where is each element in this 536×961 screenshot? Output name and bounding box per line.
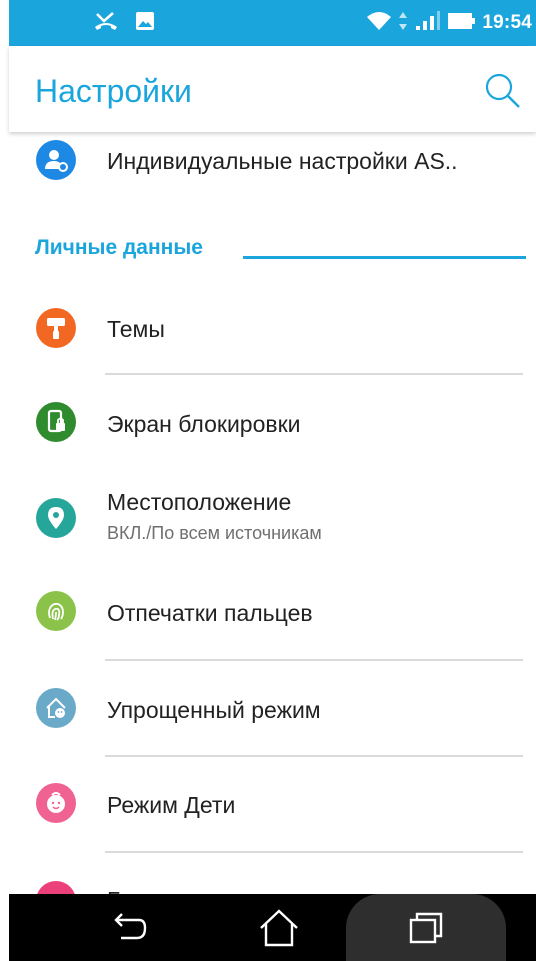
battery-icon — [446, 10, 476, 37]
app-bar: Настройки — [9, 46, 536, 132]
easy-mode-home-icon — [36, 688, 76, 728]
list-item-location[interactable]: Местоположение ВКЛ./По всем источникам — [9, 470, 536, 566]
kid-face-icon — [36, 783, 76, 823]
back-icon — [114, 912, 147, 939]
list-item-title: Экран блокировки — [107, 411, 301, 437]
image-icon — [135, 11, 155, 36]
settings-list: Индивидуальные настройки AS.. Личные дан… — [9, 132, 536, 894]
status-time: 19:54 — [482, 12, 532, 33]
recents-icon — [409, 912, 443, 943]
list-item-title: Б — [107, 887, 122, 894]
partial-item-icon — [36, 881, 76, 894]
list-item-kids-mode[interactable]: Режим Дети — [9, 757, 536, 851]
list-item-title: Индивидуальные настройки AS.. — [107, 148, 458, 174]
home-icon — [260, 908, 298, 946]
list-item-title: Отпечатки пальцев — [107, 600, 313, 626]
list-item-subtitle: ВКЛ./По всем источникам — [107, 523, 322, 543]
list-item-partial[interactable]: Б — [9, 853, 536, 894]
fingerprint-icon — [36, 591, 76, 631]
page-title: Настройки — [35, 73, 192, 109]
data-arrows-icon — [398, 10, 408, 37]
missed-call-icon — [93, 10, 119, 37]
navigation-bar — [9, 894, 536, 961]
back-button[interactable] — [89, 894, 169, 961]
section-divider — [243, 256, 526, 259]
list-item-easy-mode[interactable]: Упрощенный режим — [9, 661, 536, 755]
list-item-title: Темы — [107, 316, 165, 342]
paint-roller-icon — [36, 308, 76, 348]
list-item-themes[interactable]: Темы — [9, 282, 536, 374]
list-item-lock-screen[interactable]: Экран блокировки — [9, 375, 536, 470]
status-left-icons — [93, 10, 155, 37]
section-header: Личные данные — [35, 236, 203, 259]
phone-lock-icon — [36, 402, 76, 442]
signal-icon — [414, 10, 441, 37]
list-item-asus-custom[interactable]: Индивидуальные настройки AS.. — [9, 132, 536, 212]
list-item-fingerprints[interactable]: Отпечатки пальцев — [9, 566, 536, 661]
search-icon — [485, 73, 520, 108]
user-gear-icon — [36, 140, 76, 180]
list-item-title: Режим Дети — [107, 792, 236, 818]
list-item-title: Упрощенный режим — [107, 697, 321, 723]
location-pin-icon — [36, 498, 76, 538]
search-button[interactable] — [484, 72, 522, 110]
list-item-title: Местоположение — [107, 489, 292, 515]
status-bar: 19:54 — [9, 0, 536, 46]
home-button[interactable] — [239, 894, 319, 961]
wifi-icon — [366, 10, 392, 37]
recents-button[interactable] — [386, 894, 466, 961]
status-right-icons: 19:54 — [366, 10, 532, 37]
